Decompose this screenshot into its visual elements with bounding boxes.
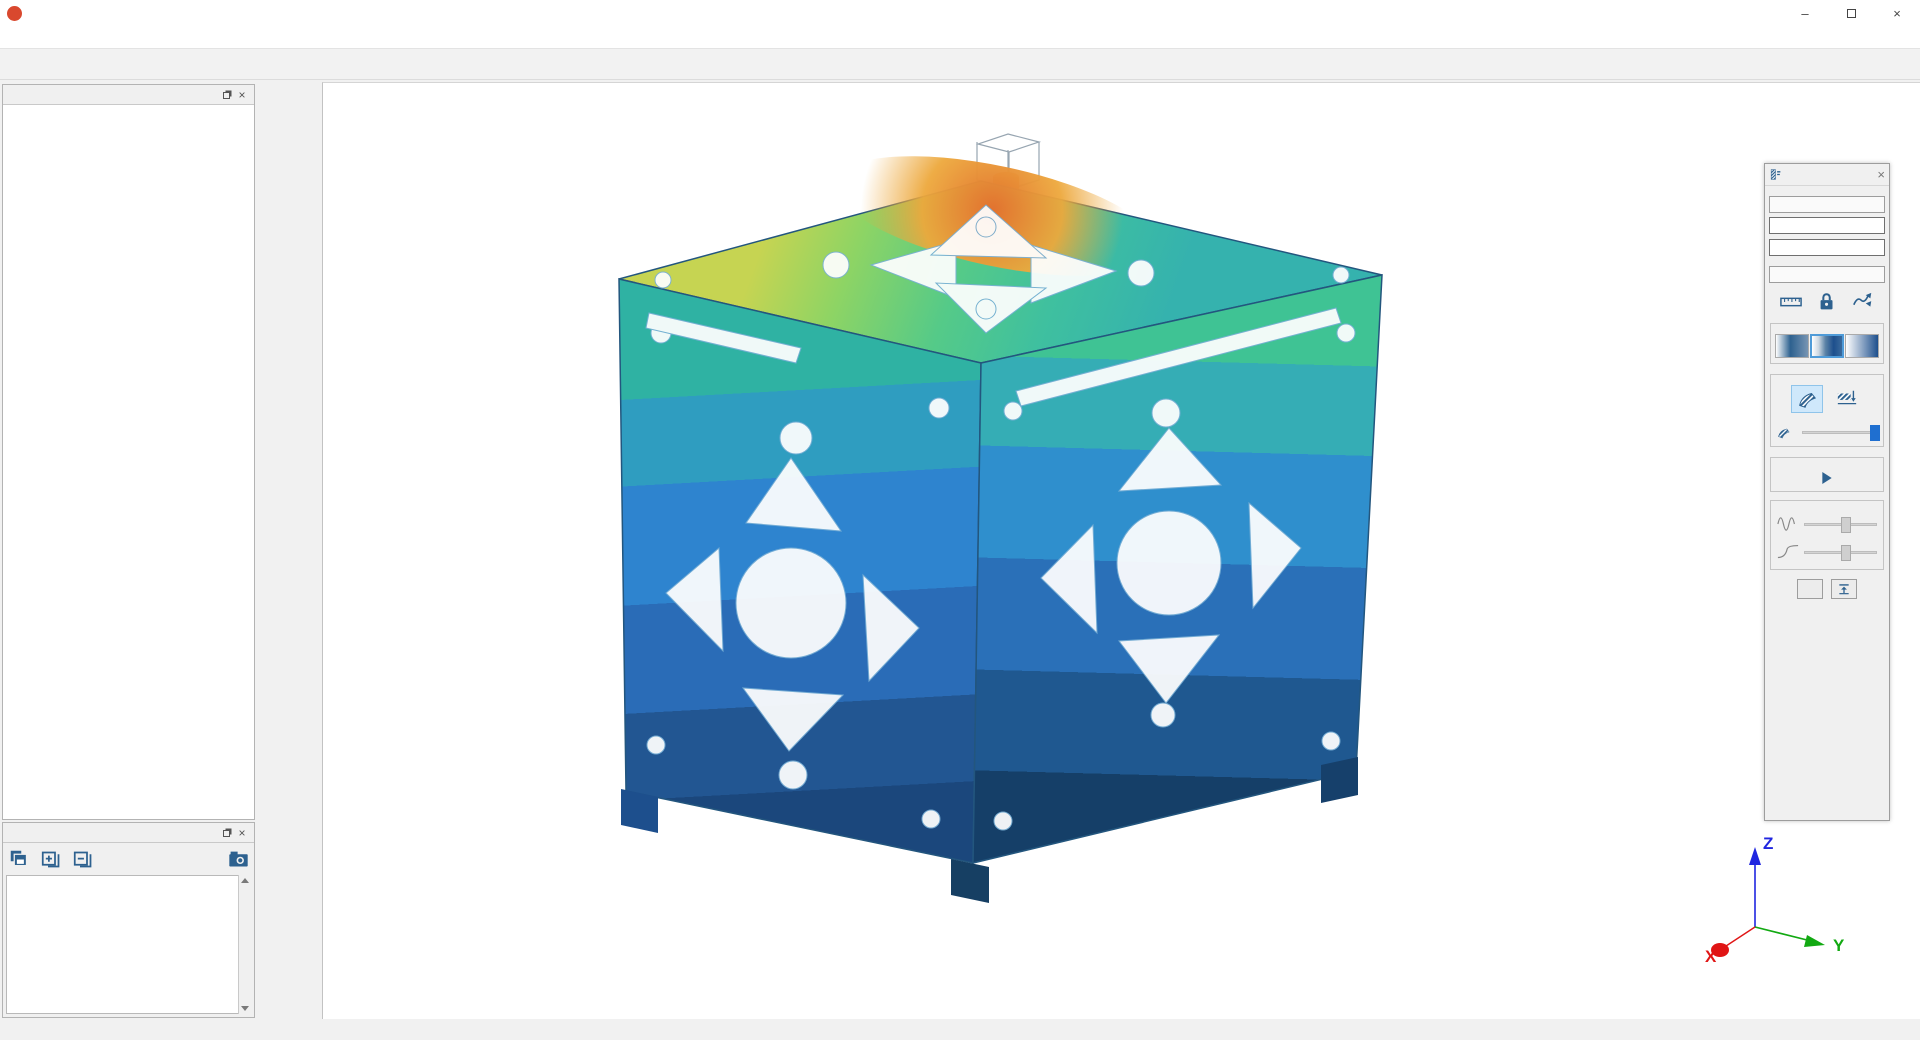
- model-3d-view[interactable]: [561, 113, 1461, 923]
- graphics-viewport[interactable]: ×: [322, 82, 1920, 1019]
- maximize-button[interactable]: [1828, 0, 1874, 26]
- y-axis-label: Y: [1833, 936, 1845, 955]
- deformed-shape-group: [1770, 374, 1884, 447]
- result-icon: [1769, 168, 1782, 181]
- scroll-down-icon[interactable]: [241, 1006, 249, 1011]
- animation-speed-handle[interactable]: [1841, 517, 1851, 533]
- undeformed-view-button[interactable]: [1831, 385, 1863, 413]
- legend-collapse-button[interactable]: [1831, 579, 1857, 599]
- animation-ramp-slider[interactable]: [1804, 551, 1877, 554]
- capture-bookmark-button[interactable]: [226, 847, 250, 871]
- project-tree-panel: ×: [2, 84, 255, 820]
- legend-upper-bound-input[interactable]: [1769, 217, 1885, 234]
- image-style-banded[interactable]: [1810, 334, 1844, 358]
- float-panel-icon[interactable]: [218, 88, 234, 102]
- deform-scale-handle[interactable]: [1870, 425, 1880, 441]
- curve-pick-icon[interactable]: [1852, 291, 1874, 313]
- legend-help-button[interactable]: [1797, 579, 1823, 599]
- z-axis-label: Z: [1763, 834, 1773, 853]
- legend-min-value: [1769, 266, 1885, 283]
- analysis-toolbar: [262, 82, 320, 1040]
- save-bookmarks-button[interactable]: [7, 847, 31, 871]
- scroll-up-icon[interactable]: [241, 878, 249, 883]
- close-panel-icon[interactable]: ×: [234, 88, 250, 102]
- deform-scale-slider[interactable]: [1802, 431, 1879, 434]
- title-bar: – ×: [0, 0, 1920, 26]
- bookmark-scrollbar[interactable]: [238, 875, 251, 1014]
- main-toolbar: [0, 48, 1920, 80]
- units-icon[interactable]: [1780, 291, 1802, 313]
- axis-triad: Z Y X: [1703, 823, 1873, 993]
- deformed-view-button[interactable]: [1791, 385, 1823, 413]
- bookmark-browser-panel: ×: [2, 822, 255, 1018]
- add-bookmark-button[interactable]: [39, 847, 63, 871]
- simsolid-window: – × × ×: [0, 0, 1920, 1040]
- bookmark-list: [6, 875, 251, 1014]
- deform-scale-icon: [1775, 423, 1797, 441]
- animation-group: [1770, 457, 1884, 492]
- close-panel-icon[interactable]: ×: [234, 826, 250, 840]
- legend-close-icon[interactable]: ×: [1877, 167, 1885, 182]
- bookmark-browser-header: ×: [3, 823, 254, 843]
- legend-lower-bound-input[interactable]: [1769, 239, 1885, 256]
- x-axis-label: X: [1705, 947, 1717, 966]
- minimize-button[interactable]: –: [1782, 0, 1828, 26]
- legend-panel: ×: [1764, 163, 1890, 821]
- app-logo-icon: [7, 6, 22, 21]
- float-panel-icon[interactable]: [218, 826, 234, 840]
- animation-sliders: [1770, 500, 1884, 570]
- menu-bar: [0, 26, 1920, 48]
- image-options-group: [1770, 323, 1884, 364]
- lock-scale-icon[interactable]: [1816, 291, 1838, 313]
- image-style-gradient[interactable]: [1845, 334, 1879, 358]
- collapse-icon: [1837, 582, 1851, 596]
- legend-max-value: [1769, 196, 1885, 213]
- animation-speed-slider[interactable]: [1804, 523, 1877, 526]
- play-animation-icon[interactable]: [1819, 470, 1835, 486]
- bookmark-toolbar: [3, 843, 254, 875]
- legend-titlebar[interactable]: ×: [1765, 164, 1889, 186]
- sine-animation-icon: [1777, 515, 1799, 533]
- project-tree-header: ×: [3, 85, 254, 105]
- animation-ramp-handle[interactable]: [1841, 545, 1851, 561]
- ramp-animation-icon: [1777, 543, 1799, 561]
- close-button[interactable]: ×: [1874, 0, 1920, 26]
- image-style-smooth[interactable]: [1775, 334, 1809, 358]
- remove-bookmark-button[interactable]: [71, 847, 95, 871]
